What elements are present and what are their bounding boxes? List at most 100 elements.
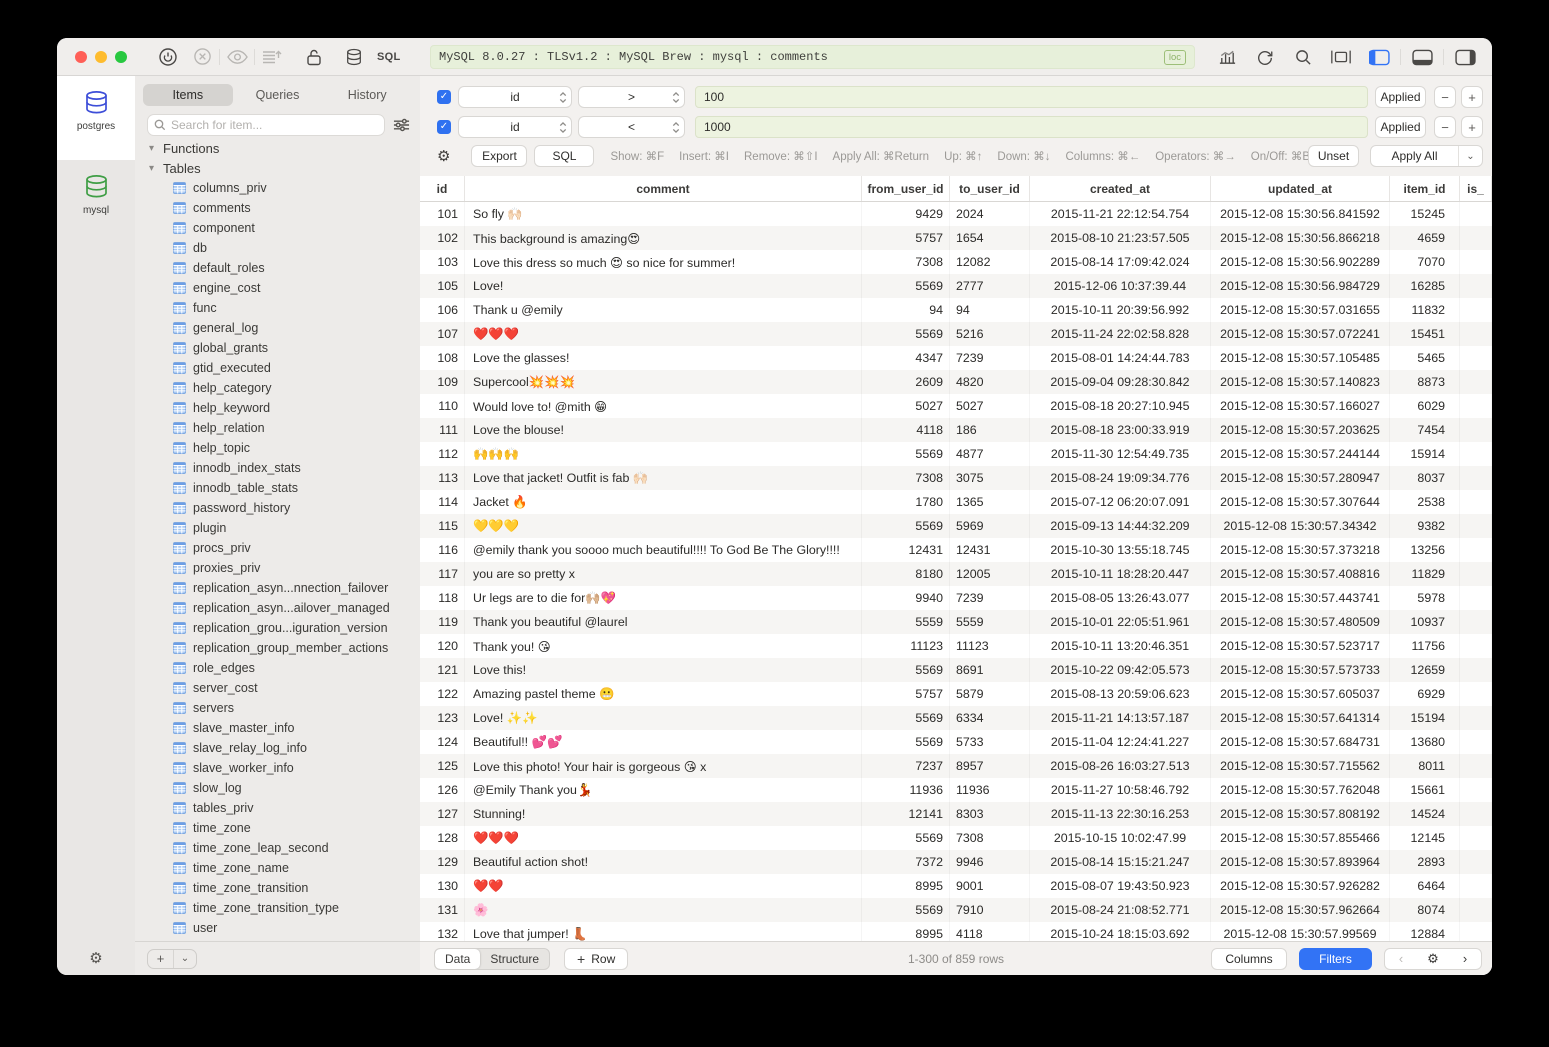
table-row[interactable]: 124Beautiful!! 💕💕556957332015-11-04 12:2… bbox=[420, 730, 1492, 754]
sidebar-item-engine_cost[interactable]: engine_cost bbox=[135, 278, 420, 298]
table-row[interactable]: 110Would love to! @mith 😁502750272015-08… bbox=[420, 394, 1492, 418]
sidebar-item-help_category[interactable]: help_category bbox=[135, 378, 420, 398]
sidebar-item-procs_priv[interactable]: procs_priv bbox=[135, 538, 420, 558]
prev-page-icon[interactable]: ‹ bbox=[1385, 951, 1417, 966]
add-filter-button[interactable]: + bbox=[1461, 116, 1483, 138]
add-item-dropdown[interactable]: ⌄ bbox=[174, 950, 196, 968]
column-header-is_[interactable]: is_ bbox=[1460, 176, 1492, 201]
zoom-window-button[interactable] bbox=[115, 51, 127, 63]
view-tab-structure[interactable]: Structure bbox=[480, 949, 549, 969]
sidebar-item-tables_priv[interactable]: tables_priv bbox=[135, 798, 420, 818]
close-window-button[interactable] bbox=[75, 51, 87, 63]
sidebar-item-comments[interactable]: comments bbox=[135, 198, 420, 218]
chart-icon[interactable] bbox=[1210, 49, 1244, 65]
sidebar-item-default_roles[interactable]: default_roles bbox=[135, 258, 420, 278]
sidebar-item-innodb_table_stats[interactable]: innodb_table_stats bbox=[135, 478, 420, 498]
column-header-id[interactable]: id bbox=[420, 176, 465, 201]
column-header-item_id[interactable]: item_id bbox=[1390, 176, 1460, 201]
sidebar-item-server_cost[interactable]: server_cost bbox=[135, 678, 420, 698]
connect-icon[interactable] bbox=[151, 47, 185, 67]
search-input[interactable] bbox=[171, 118, 378, 132]
table-row[interactable]: 126@Emily Thank you💃11936119362015-11-27… bbox=[420, 778, 1492, 802]
lock-icon[interactable] bbox=[297, 48, 331, 66]
table-row[interactable]: 118Ur legs are to die for🙌🏼💖994072392015… bbox=[420, 586, 1492, 610]
sidebar-item-component[interactable]: component bbox=[135, 218, 420, 238]
export-button[interactable]: Export bbox=[471, 145, 527, 167]
filter-value-input[interactable] bbox=[695, 116, 1368, 138]
search-icon[interactable] bbox=[1286, 49, 1320, 66]
toggle-left-panel-icon[interactable] bbox=[1362, 49, 1396, 66]
sidebar-item-role_edges[interactable]: role_edges bbox=[135, 658, 420, 678]
sidebar-item-db[interactable]: db bbox=[135, 238, 420, 258]
sidebar-item-proxies_priv[interactable]: proxies_priv bbox=[135, 558, 420, 578]
tab-history[interactable]: History bbox=[322, 84, 412, 106]
table-row[interactable]: 116@emily thank you soooo much beautiful… bbox=[420, 538, 1492, 562]
table-row[interactable]: 123Love! ✨✨556963342015-11-21 14:13:57.1… bbox=[420, 706, 1492, 730]
sidebar-item-general_log[interactable]: general_log bbox=[135, 318, 420, 338]
table-row[interactable]: 113Love that jacket! Outfit is fab 🙌🏻730… bbox=[420, 466, 1492, 490]
remove-filter-button[interactable]: − bbox=[1434, 116, 1456, 138]
column-header-to_user_id[interactable]: to_user_id bbox=[950, 176, 1030, 201]
filter-enabled-checkbox[interactable] bbox=[437, 120, 451, 134]
sidebar-item-replication_group_member_actions[interactable]: replication_group_member_actions bbox=[135, 638, 420, 658]
sidebar-item-replication_grou...iguration_version[interactable]: replication_grou...iguration_version bbox=[135, 618, 420, 638]
table-row[interactable]: 122Amazing pastel theme 😬575758792015-08… bbox=[420, 682, 1492, 706]
table-row[interactable]: 112🙌🙌🙌556948772015-11-30 12:54:49.735201… bbox=[420, 442, 1492, 466]
table-row[interactable]: 120Thank you! 😘11123111232015-10-11 13:2… bbox=[420, 634, 1492, 658]
table-row[interactable]: 130❤️❤️899590012015-08-07 19:43:50.92320… bbox=[420, 874, 1492, 898]
column-header-comment[interactable]: comment bbox=[465, 176, 862, 201]
column-header-updated_at[interactable]: updated_at bbox=[1211, 176, 1390, 201]
next-page-icon[interactable]: › bbox=[1449, 951, 1481, 966]
connection-mysql[interactable]: mysql bbox=[57, 160, 135, 244]
filters-button[interactable]: Filters bbox=[1299, 948, 1372, 970]
unset-button[interactable]: Unset bbox=[1308, 145, 1359, 167]
filter-operator-select[interactable]: > bbox=[578, 86, 685, 108]
sidebar-item-time_zone_name[interactable]: time_zone_name bbox=[135, 858, 420, 878]
tree-group-functions[interactable]: ▾Functions bbox=[135, 138, 420, 158]
sidebar-item-user[interactable]: user bbox=[135, 918, 420, 938]
filter-enabled-checkbox[interactable] bbox=[437, 90, 451, 104]
sql-editor-icon[interactable]: SQL bbox=[377, 51, 401, 63]
sidebar-item-servers[interactable]: servers bbox=[135, 698, 420, 718]
sidebar-item-help_keyword[interactable]: help_keyword bbox=[135, 398, 420, 418]
table-settings-gear-icon[interactable]: ⚙ bbox=[1417, 951, 1449, 967]
connection-postgres[interactable]: postgres bbox=[57, 76, 135, 160]
table-row[interactable]: 105Love!556927772015-12-06 10:37:39.4420… bbox=[420, 274, 1492, 298]
table-row[interactable]: 109Supercool💥💥💥260948202015-09-04 09:28:… bbox=[420, 370, 1492, 394]
filter-sliders-icon[interactable] bbox=[393, 118, 410, 132]
columns-button[interactable]: Columns bbox=[1211, 948, 1287, 970]
add-item-button[interactable]: + bbox=[148, 950, 174, 968]
filter-value-input[interactable] bbox=[695, 86, 1368, 108]
sidebar-item-help_relation[interactable]: help_relation bbox=[135, 418, 420, 438]
sidebar-item-slave_worker_info[interactable]: slave_worker_info bbox=[135, 758, 420, 778]
sidebar-item-time_zone_leap_second[interactable]: time_zone_leap_second bbox=[135, 838, 420, 858]
table-row[interactable]: 128❤️❤️❤️556973082015-10-15 10:02:47.992… bbox=[420, 826, 1492, 850]
sidebar-item-time_zone_transition_type[interactable]: time_zone_transition_type bbox=[135, 898, 420, 918]
table-row[interactable]: 111Love the blouse!41181862015-08-18 23:… bbox=[420, 418, 1492, 442]
filter-settings-gear-icon[interactable]: ⚙ bbox=[437, 147, 450, 165]
sidebar-item-time_zone_transition[interactable]: time_zone_transition bbox=[135, 878, 420, 898]
filter-column-select[interactable]: id bbox=[458, 116, 572, 138]
remove-filter-button[interactable]: − bbox=[1434, 86, 1456, 108]
view-tab-data[interactable]: Data bbox=[435, 949, 480, 969]
table-row[interactable]: 115💛💛💛556959692015-09-13 14:44:32.209201… bbox=[420, 514, 1492, 538]
refresh-icon[interactable] bbox=[1248, 48, 1282, 66]
column-header-from_user_id[interactable]: from_user_id bbox=[862, 176, 950, 201]
table-row[interactable]: 121Love this!556986912015-10-22 09:42:05… bbox=[420, 658, 1492, 682]
item-search-box[interactable] bbox=[147, 114, 385, 136]
tab-queries[interactable]: Queries bbox=[233, 84, 323, 106]
table-row[interactable]: 102This background is amazing😍5757165420… bbox=[420, 226, 1492, 250]
table-row[interactable]: 125Love this photo! Your hair is gorgeou… bbox=[420, 754, 1492, 778]
add-filter-button[interactable]: + bbox=[1461, 86, 1483, 108]
sidebar-item-slave_master_info[interactable]: slave_master_info bbox=[135, 718, 420, 738]
table-row[interactable]: 106Thank u @emily94942015-10-11 20:39:56… bbox=[420, 298, 1492, 322]
tab-items[interactable]: Items bbox=[143, 84, 233, 106]
table-row[interactable]: 127Stunning!1214183032015-11-13 22:30:16… bbox=[420, 802, 1492, 826]
sidebar-item-password_history[interactable]: password_history bbox=[135, 498, 420, 518]
filter-operator-select[interactable]: < bbox=[578, 116, 685, 138]
table-row[interactable]: 101So fly 🙌🏻942920242015-11-21 22:12:54.… bbox=[420, 202, 1492, 226]
toggle-right-panel-icon[interactable] bbox=[1448, 49, 1482, 66]
sidebar-item-help_topic[interactable]: help_topic bbox=[135, 438, 420, 458]
sidebar-item-replication_asyn...nnection_failover[interactable]: replication_asyn...nnection_failover bbox=[135, 578, 420, 598]
table-row[interactable]: 132Love that jumper! 👢899541182015-10-24… bbox=[420, 922, 1492, 941]
